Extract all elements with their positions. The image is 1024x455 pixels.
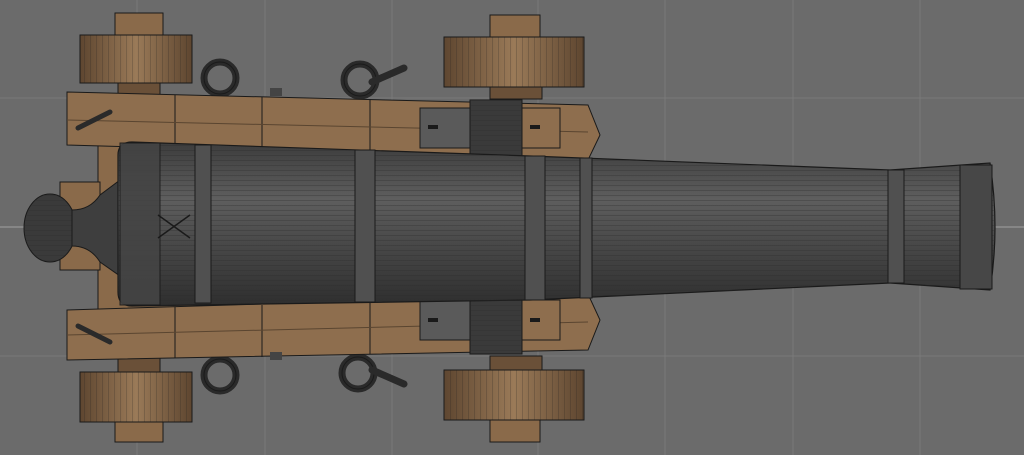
wheel-icon[interactable]: [79, 12, 193, 96]
wheel-icon[interactable]: [79, 357, 193, 443]
3d-viewport[interactable]: [0, 0, 1024, 455]
cannon-barrel[interactable]: [117, 141, 996, 307]
wheel-icon[interactable]: [443, 14, 585, 100]
viewport-canvas[interactable]: [0, 0, 1024, 455]
wheel-icon[interactable]: [443, 355, 585, 443]
